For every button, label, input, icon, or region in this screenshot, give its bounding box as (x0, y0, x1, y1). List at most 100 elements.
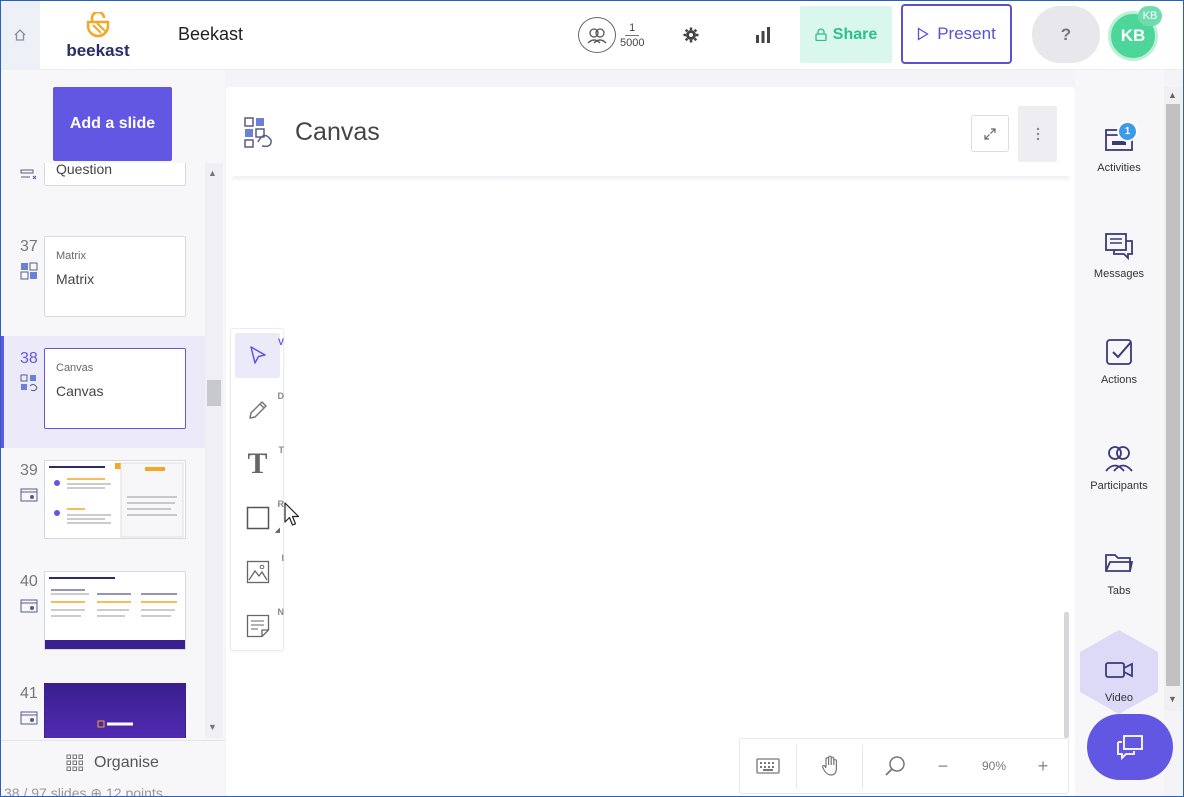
slide-item-41[interactable]: 41 (0, 671, 205, 738)
text-tool[interactable]: T T (235, 441, 284, 486)
expand-icon (984, 127, 996, 140)
slide-title: Question (56, 163, 113, 177)
keyboard-icon (756, 758, 780, 774)
sticky-note-icon (246, 614, 269, 637)
messages-button[interactable]: Messages (1076, 230, 1162, 310)
search-icon (885, 756, 905, 776)
more-options-button[interactable] (1018, 106, 1057, 162)
home-button[interactable] (0, 0, 40, 70)
slide-number: 37 (20, 238, 38, 255)
participants-button[interactable]: Participants (1076, 442, 1162, 522)
share-button[interactable]: Share (800, 6, 892, 63)
select-tool[interactable]: V (235, 333, 284, 378)
slide-count-footer: 38 / 97 slides ⊕ 12 points (4, 786, 163, 797)
checkbox-icon (1106, 339, 1132, 365)
note-tool[interactable]: N (235, 603, 284, 648)
statistics-button[interactable] (750, 22, 776, 48)
slide-thumbnail (44, 683, 186, 738)
tool-shortcut: I (281, 553, 284, 563)
tool-shortcut: N (277, 607, 285, 617)
slide-item-38[interactable]: 38 Canvas Canvas (0, 336, 205, 448)
slide-number: 39 (20, 462, 38, 479)
canvas-slide-icon (20, 374, 38, 392)
bar-chart-icon (756, 27, 770, 43)
rectangle-icon (246, 506, 269, 529)
share-label: Share (832, 25, 878, 43)
slide-card: Question (44, 163, 186, 186)
tool-palette: V D T T R ◢ I N (230, 328, 284, 651)
present-button[interactable]: Present (901, 4, 1012, 64)
matrix-slide-icon (20, 262, 38, 280)
participants-current: 1 (625, 22, 640, 36)
fullscreen-button[interactable] (971, 115, 1009, 152)
tool-shortcut: T (278, 445, 285, 455)
tool-shortcut: V (277, 337, 284, 347)
hand-icon (821, 755, 837, 776)
grid-icon (66, 754, 84, 771)
slide-list-scroll-thumb[interactable] (207, 380, 221, 406)
actions-button[interactable]: Actions (1076, 336, 1162, 416)
search-button[interactable] (870, 739, 920, 793)
chat-button[interactable] (1087, 714, 1173, 780)
organise-button[interactable]: Organise (0, 740, 225, 785)
tool-shortcut: D (277, 391, 285, 401)
settings-button[interactable] (678, 22, 704, 48)
slide-number: 40 (20, 573, 38, 590)
participants-icon (1105, 446, 1133, 472)
window-scroll-down-icon[interactable]: ▼ (1168, 694, 1177, 704)
slide-item-37[interactable]: 37 Matrix Matrix (0, 224, 205, 336)
slide-list: Question 37 Matrix Matrix 38 Canvas Canv… (0, 163, 205, 738)
question-slide-icon (20, 169, 37, 180)
pan-tool-button[interactable] (806, 739, 856, 793)
keyboard-shortcuts-button[interactable] (740, 739, 796, 793)
avatar-badge: KB (1138, 6, 1162, 26)
help-button[interactable]: ? (1032, 6, 1100, 63)
beekast-logo[interactable]: beekast (62, 10, 134, 60)
slide-item-39[interactable]: 39 (0, 448, 205, 560)
zoom-level: 90% (981, 759, 1007, 773)
text-icon: T (247, 446, 268, 480)
app-title: Beekast (178, 24, 244, 44)
tabs-button[interactable]: Tabs (1076, 547, 1162, 627)
add-slide-button[interactable]: Add a slide (53, 87, 172, 161)
submenu-indicator-icon: ◢ (274, 527, 280, 534)
pencil-icon (248, 400, 267, 419)
scroll-up-icon[interactable]: ▲ (208, 168, 217, 178)
toolbar-divider (796, 745, 797, 789)
folder-icon (1105, 554, 1134, 572)
window-scroll-thumb[interactable] (1166, 104, 1180, 686)
content-slide-icon (20, 488, 38, 502)
slide-card: Matrix Matrix (44, 236, 186, 317)
lock-icon (815, 28, 827, 41)
rectangle-tool[interactable]: R ◢ (235, 495, 284, 540)
video-label: Video (1105, 692, 1133, 704)
scroll-down-icon[interactable]: ▼ (208, 722, 217, 732)
canvas-panel (226, 87, 1075, 797)
slide-number: 38 (20, 350, 38, 367)
messages-icon (1105, 233, 1133, 260)
canvas-scrollbar[interactable] (1064, 612, 1069, 738)
zoom-in-button[interactable]: + (1026, 739, 1060, 793)
participants-max: 5000 (620, 36, 645, 49)
window-scroll-up-icon[interactable]: ▲ (1168, 90, 1177, 100)
actions-label: Actions (1100, 374, 1138, 386)
slide-title: Canvas (56, 383, 104, 399)
play-icon (918, 27, 929, 41)
home-icon (14, 29, 26, 41)
draw-tool[interactable]: D (235, 387, 284, 432)
slide-list-scrollbar[interactable] (205, 163, 223, 738)
slide-item-40[interactable]: 40 (0, 559, 205, 671)
slide-thumbnail (44, 571, 186, 650)
slide-number: 41 (20, 685, 38, 702)
participant-counter[interactable]: 1 5000 (578, 17, 650, 53)
slide-item-question[interactable]: Question (0, 163, 205, 205)
image-tool[interactable]: I (235, 549, 284, 594)
video-camera-icon (1105, 662, 1133, 678)
present-label: Present (937, 24, 996, 43)
header-divider (232, 176, 1070, 182)
activities-badge: 1 (1117, 121, 1138, 142)
zoom-out-button[interactable]: − (926, 739, 960, 793)
chat-icon (1117, 735, 1143, 760)
gear-icon (683, 27, 699, 43)
content-slide-icon (20, 599, 38, 613)
